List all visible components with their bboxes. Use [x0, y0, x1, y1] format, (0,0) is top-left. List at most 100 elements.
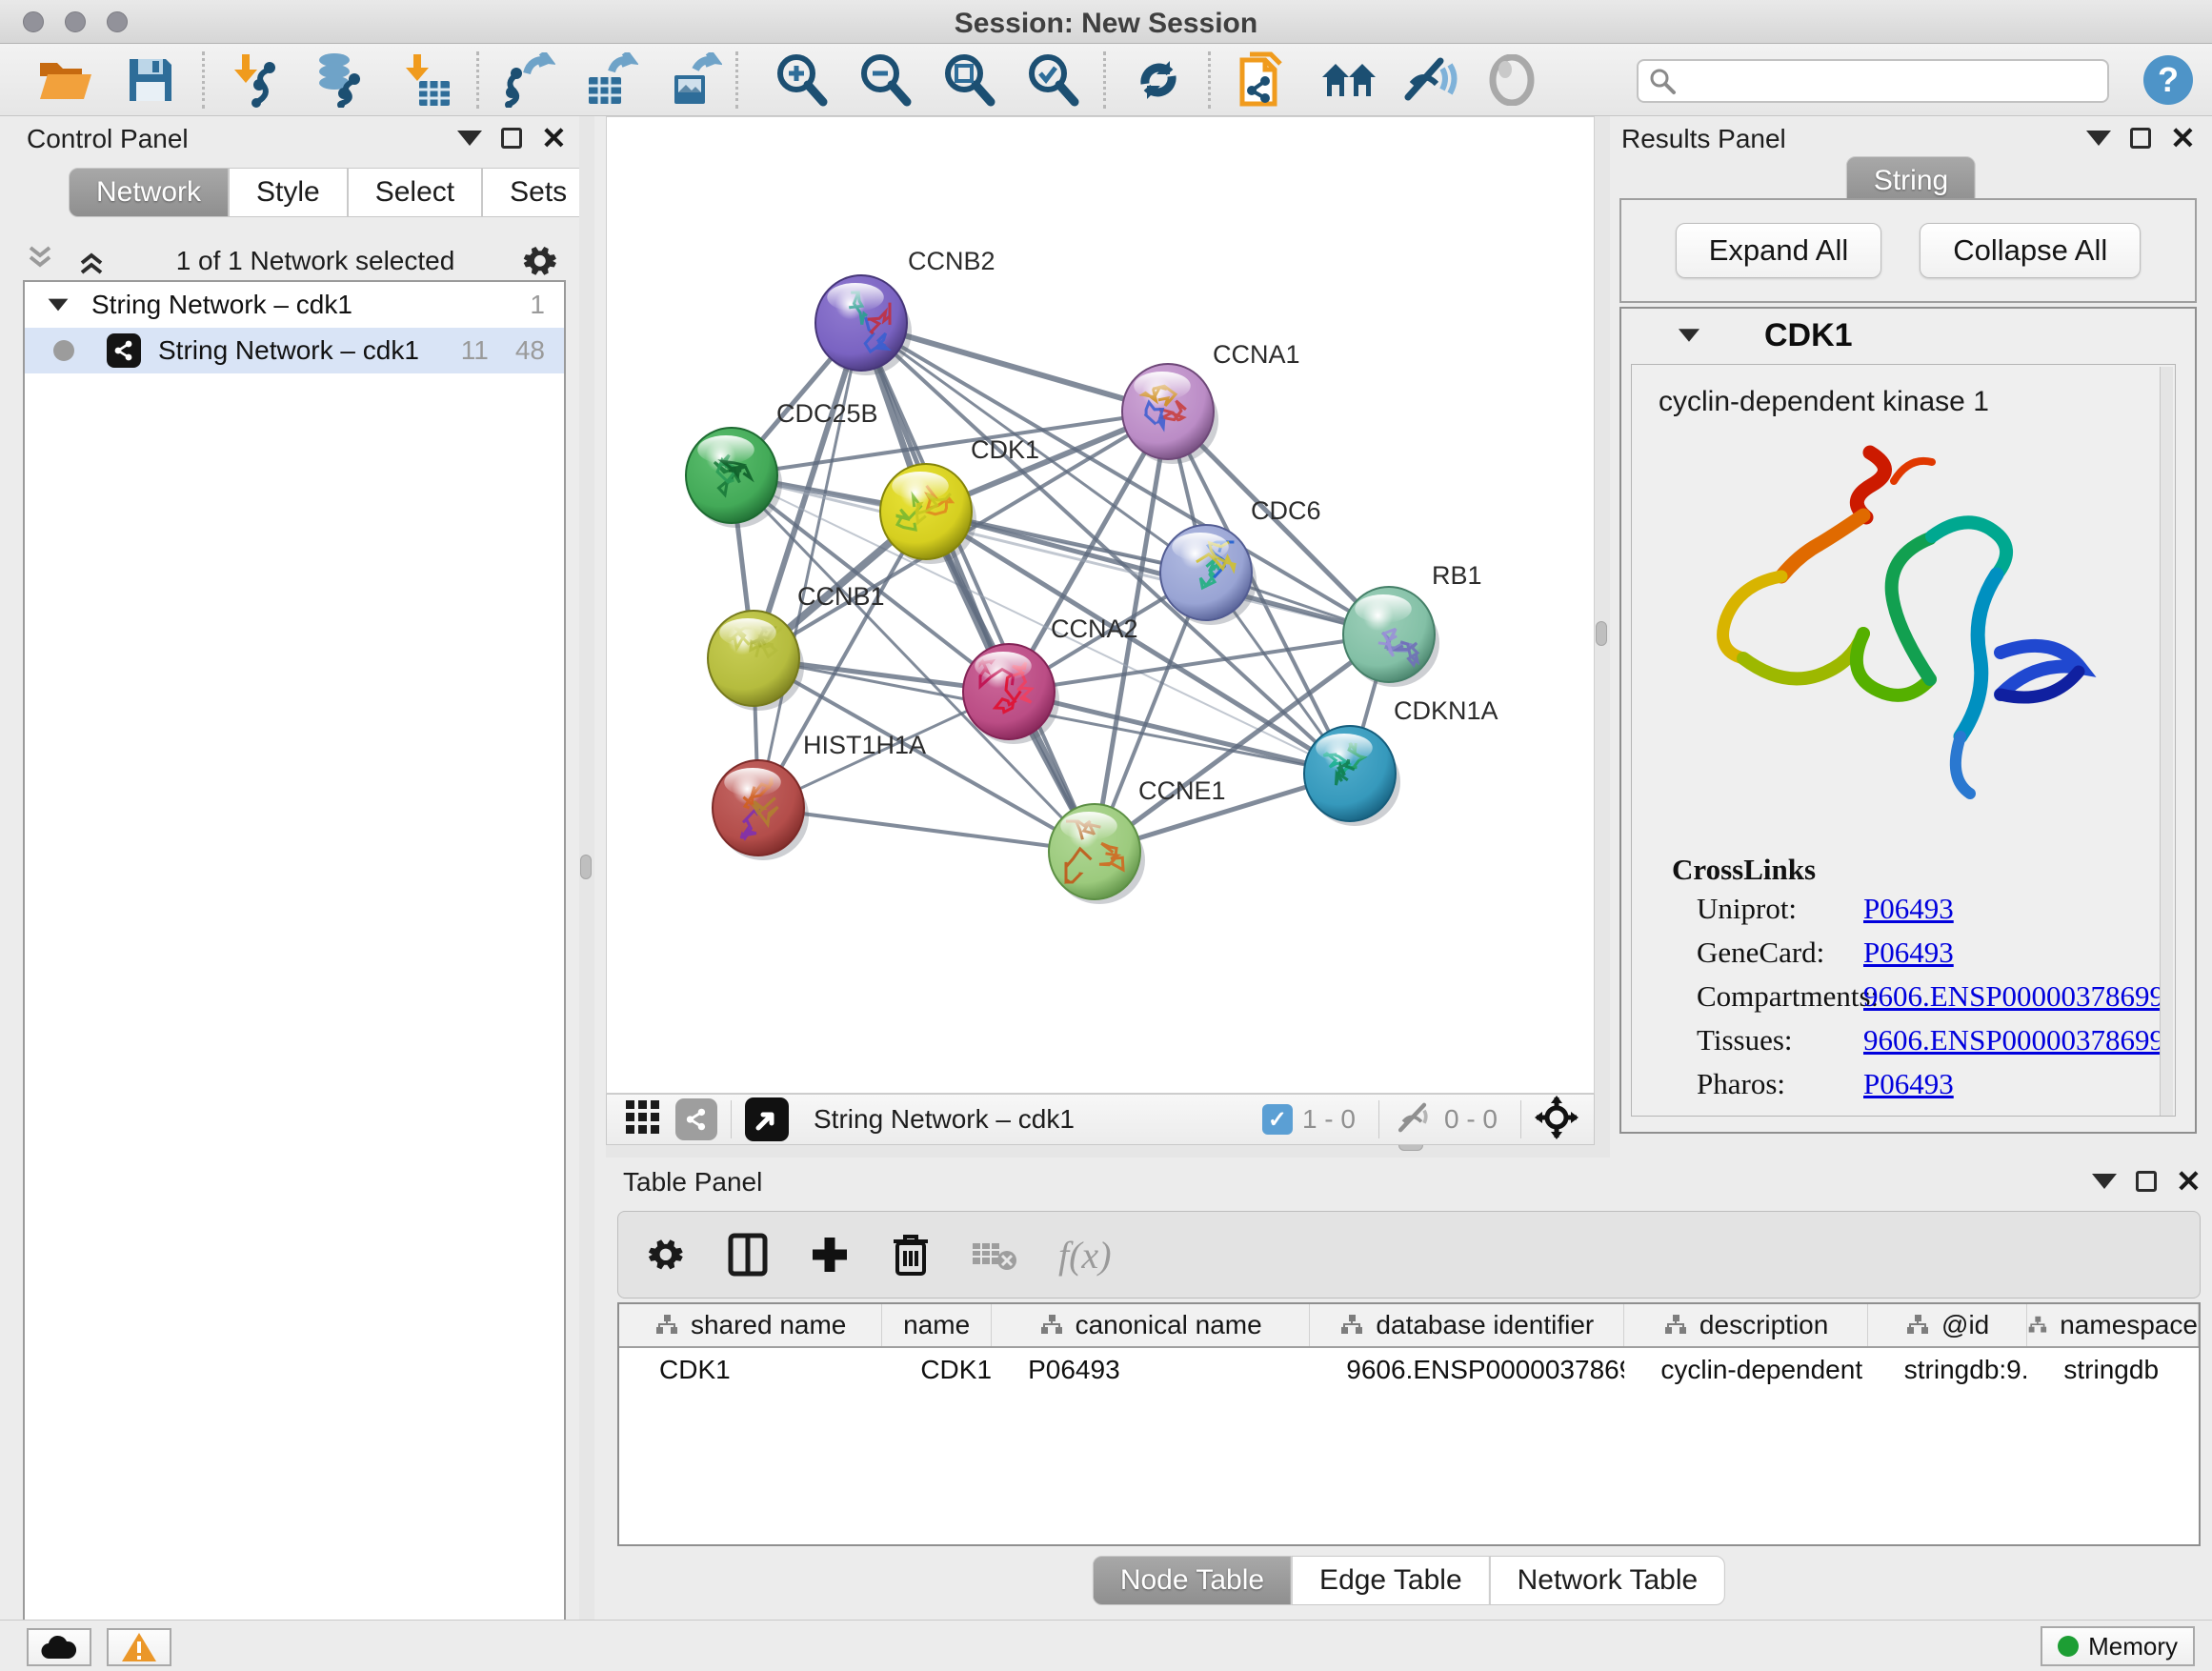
export-network-icon[interactable]	[500, 53, 555, 107]
panel-menu-icon[interactable]	[2092, 1174, 2117, 1189]
svg-text:HIST1H1A: HIST1H1A	[803, 731, 926, 759]
vertical-splitter-left[interactable]	[579, 116, 594, 1620]
add-column-icon[interactable]	[809, 1234, 851, 1276]
string-network-icon	[107, 333, 141, 368]
tab-network[interactable]: Network	[69, 168, 229, 217]
float-panel-icon[interactable]	[501, 128, 522, 149]
toolbar-separator	[202, 51, 205, 109]
svg-text:?: ?	[2158, 60, 2179, 99]
expand-all-button[interactable]: Expand All	[1676, 223, 1882, 278]
title-bar: Session: New Session	[0, 0, 2212, 44]
close-panel-icon[interactable]: ✕	[2170, 128, 2196, 149]
hidden-eye-icon[interactable]	[1393, 1099, 1435, 1140]
crosslink-link[interactable]: 9606.ENSP00000378699	[1863, 1018, 2164, 1062]
zoom-in-icon[interactable]	[774, 53, 829, 107]
crosslink-link[interactable]: P06493	[1863, 887, 1954, 931]
main-toolbar: ?	[0, 44, 2212, 116]
table-panel-title: Table Panel	[623, 1167, 762, 1198]
network-node-ccna1: CCNA1	[1122, 340, 1300, 464]
table-cell: cyclin-dependent ...	[1624, 1348, 1867, 1392]
toolbar-separator	[1103, 51, 1106, 109]
collection-expander-icon[interactable]	[49, 299, 69, 312]
zoom-selected-icon[interactable]	[1025, 53, 1080, 107]
memory-button[interactable]: Memory	[2041, 1626, 2195, 1666]
network-row-selected[interactable]: String Network – cdk1 11 48	[25, 328, 564, 373]
float-panel-icon[interactable]	[2130, 128, 2151, 149]
column-browser-icon[interactable]	[727, 1232, 769, 1278]
help-icon[interactable]: ?	[2142, 53, 2195, 107]
network-collection-row[interactable]: String Network – cdk1 1	[25, 282, 564, 328]
crosslink-link[interactable]: P06493	[1863, 1062, 1954, 1106]
import-network-database-icon[interactable]	[310, 53, 365, 107]
save-session-icon[interactable]	[126, 53, 175, 107]
toolbar-separator	[1208, 51, 1211, 109]
tab-edge-table[interactable]: Edge Table	[1292, 1556, 1490, 1605]
import-table-icon[interactable]	[398, 53, 452, 107]
svg-text:CDK1: CDK1	[971, 435, 1039, 464]
warning-button[interactable]	[107, 1628, 171, 1666]
panel-menu-icon[interactable]	[2086, 131, 2111, 146]
gear-icon[interactable]	[645, 1234, 687, 1276]
column-header-canonical-name[interactable]: canonical name	[992, 1304, 1310, 1346]
entry-expander-icon[interactable]	[1679, 329, 1699, 342]
export-image-icon[interactable]	[667, 53, 722, 107]
tab-select[interactable]: Select	[348, 168, 482, 217]
node-table[interactable]: shared namenamecanonical namedatabase id…	[617, 1302, 2201, 1546]
network-canvas[interactable]: CCNB2 CCNA1 CDC25B CDK1 CDC6 RB1 CCNB1	[607, 117, 1594, 1093]
collapse-all-button[interactable]: Collapse All	[1920, 223, 2141, 278]
column-header-namespace[interactable]: namespace	[2027, 1304, 2199, 1346]
home-icon[interactable]	[1320, 53, 1379, 107]
tab-sets[interactable]: Sets	[482, 168, 594, 217]
network-node-ccnb1: CCNB1	[708, 582, 885, 711]
cloud-button[interactable]	[27, 1628, 91, 1666]
eye-icon[interactable]	[1486, 53, 1538, 107]
expand-all-icon[interactable]	[72, 242, 111, 280]
share-view-icon[interactable]	[675, 1098, 717, 1140]
crosslinks-list: Uniprot:P06493GeneCard:P06493Compartment…	[1632, 887, 2175, 1106]
tab-style[interactable]: Style	[229, 168, 348, 217]
close-panel-icon[interactable]: ✕	[2176, 1171, 2202, 1192]
column-header-description[interactable]: description	[1624, 1304, 1867, 1346]
column-header--id[interactable]: @id	[1868, 1304, 2028, 1346]
fit-content-icon[interactable]	[1535, 1096, 1579, 1144]
protein-structure-image	[1665, 424, 2142, 853]
search-field[interactable]	[1637, 59, 2109, 103]
tab-node-table[interactable]: Node Table	[1093, 1556, 1292, 1605]
zoom-out-icon[interactable]	[857, 53, 913, 107]
delete-column-icon[interactable]	[891, 1232, 931, 1278]
birdseye-view-icon[interactable]	[745, 1097, 789, 1141]
collapse-all-icon[interactable]	[21, 242, 59, 280]
selected-checkbox-icon[interactable]: ✓	[1262, 1104, 1293, 1135]
open-session-icon[interactable]	[36, 53, 93, 107]
search-input[interactable]	[1677, 67, 2086, 96]
refresh-icon[interactable]	[1132, 53, 1185, 107]
table-tabs: Node TableEdge TableNetwork Table	[1093, 1556, 1725, 1605]
export-table-icon[interactable]	[583, 53, 638, 107]
network-view[interactable]: CCNB2 CCNA1 CDC25B CDK1 CDC6 RB1 CCNB1	[606, 116, 1595, 1094]
float-panel-icon[interactable]	[2136, 1171, 2157, 1192]
column-header-database-identifier[interactable]: database identifier	[1310, 1304, 1624, 1346]
table-row[interactable]: CDK1CDK1P064939606.ENSP00000378699cyclin…	[619, 1348, 2199, 1392]
crosslink-row: Compartments:9606.ENSP00000378699	[1632, 975, 2175, 1018]
table-cell: stringdb:9...	[1868, 1348, 2028, 1392]
grid-view-icon[interactable]	[624, 1098, 662, 1141]
splitter-handle[interactable]	[1596, 621, 1607, 646]
string-document-icon[interactable]	[1235, 53, 1288, 107]
results-scrollbar[interactable]	[2160, 367, 2173, 1116]
close-panel-icon[interactable]: ✕	[541, 128, 567, 149]
panel-menu-icon[interactable]	[457, 131, 482, 146]
crosslink-link[interactable]: P06493	[1863, 931, 1954, 975]
gear-icon[interactable]	[520, 241, 560, 281]
crosslink-link[interactable]: 9606.ENSP00000378699	[1863, 975, 2164, 1018]
crosslink-label: GeneCard:	[1697, 931, 1863, 975]
column-header-name[interactable]: name	[882, 1304, 992, 1346]
import-network-icon[interactable]	[231, 53, 286, 107]
tab-network-table[interactable]: Network Table	[1490, 1556, 1726, 1605]
zoom-fit-icon[interactable]	[941, 53, 996, 107]
results-actions: Expand All Collapse All	[1619, 198, 2197, 303]
hide-glasses-icon[interactable]	[1402, 53, 1458, 107]
splitter-handle[interactable]	[580, 855, 592, 879]
table-toolbar: f(x)	[617, 1211, 2201, 1299]
column-header-shared-name[interactable]: shared name	[619, 1304, 882, 1346]
table-cell: stringdb	[2027, 1348, 2199, 1392]
